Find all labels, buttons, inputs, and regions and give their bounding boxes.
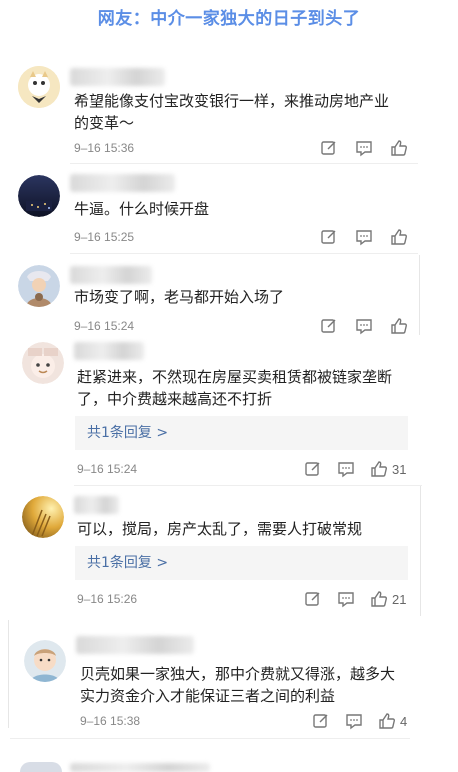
comment-text: 牛逼。什么时候开盘 (74, 200, 210, 218)
comment-actions (320, 317, 408, 335)
view-replies-link[interactable]: 共1条回复 > (75, 416, 408, 450)
thumbs-up-icon[interactable] (370, 460, 388, 478)
username-blurred (70, 68, 165, 86)
edit-icon[interactable] (304, 590, 322, 608)
edit-icon[interactable] (320, 139, 338, 157)
comment-icon[interactable] (355, 228, 373, 246)
comment-time: 9–16 15:24 (77, 462, 138, 476)
thumbs-up-icon[interactable] (370, 590, 388, 608)
username-blurred (74, 496, 119, 514)
comment-icon[interactable] (345, 712, 363, 730)
avatar[interactable] (22, 496, 64, 538)
username-blurred (74, 342, 144, 360)
comment-icon[interactable] (337, 590, 355, 608)
comment-text: 贝壳如果一家独大，那中介费就又得涨，越多大 实力资金介入才能保证三者之间的利益 (80, 665, 396, 705)
comment-actions (320, 228, 408, 246)
username-blurred (70, 266, 152, 284)
comment-icon[interactable] (337, 460, 355, 478)
divider (10, 738, 410, 739)
comment-icon[interactable] (355, 139, 373, 157)
comment-actions (320, 139, 408, 157)
username-blurred (70, 174, 175, 192)
screenshot-seam (8, 620, 9, 728)
headline: 网友：中介一家独大的日子到头了 (97, 9, 361, 29)
comment-actions: 31 (304, 460, 406, 478)
avatar[interactable] (18, 175, 60, 217)
comment-text: 赶紧进来，不然现在房屋买卖租赁都被链家垄断 了，中介费越来越高还不打折 (77, 368, 393, 408)
username-blurred (76, 636, 194, 654)
comment-time: 9–16 15:36 (74, 141, 135, 155)
edit-icon[interactable] (320, 228, 338, 246)
comment-actions: 4 (312, 712, 407, 730)
avatar[interactable] (18, 66, 60, 108)
edit-icon[interactable] (320, 317, 338, 335)
comment-text: 希望能像支付宝改变银行一样，来推动房地产业 的变革～ (74, 92, 390, 132)
thumbs-up-icon[interactable] (390, 139, 408, 157)
view-replies-link[interactable]: 共1条回复 > (75, 546, 408, 580)
like-count: 21 (392, 591, 407, 607)
comment-time: 9–16 15:38 (80, 714, 141, 728)
divider (70, 163, 418, 164)
edit-icon[interactable] (312, 712, 330, 730)
comment-icon[interactable] (355, 317, 373, 335)
thumbs-up-icon[interactable] (378, 712, 396, 730)
comment-text: 可以，搅局，房产太乱了，需要人打破常规 (77, 520, 363, 538)
screenshot-seam (419, 255, 420, 335)
divider (74, 485, 422, 486)
comment-time: 9–16 15:26 (77, 592, 138, 606)
like-count: 31 (392, 461, 407, 477)
thumbs-up-icon[interactable] (390, 317, 408, 335)
comment-time: 9–16 15:25 (74, 230, 135, 244)
comment-actions: 21 (304, 590, 406, 608)
edit-icon[interactable] (304, 460, 322, 478)
avatar[interactable] (22, 342, 64, 384)
screenshot-seam (420, 486, 421, 616)
comment-text: 市场变了啊，老马都开始入场了 (74, 288, 285, 306)
avatar[interactable] (20, 762, 62, 772)
like-count: 4 (400, 713, 408, 729)
comment-time: 9–16 15:24 (74, 319, 135, 333)
divider (70, 253, 418, 254)
avatar[interactable] (24, 640, 66, 682)
thumbs-up-icon[interactable] (390, 228, 408, 246)
avatar[interactable] (18, 265, 60, 307)
username-blurred (70, 763, 210, 772)
